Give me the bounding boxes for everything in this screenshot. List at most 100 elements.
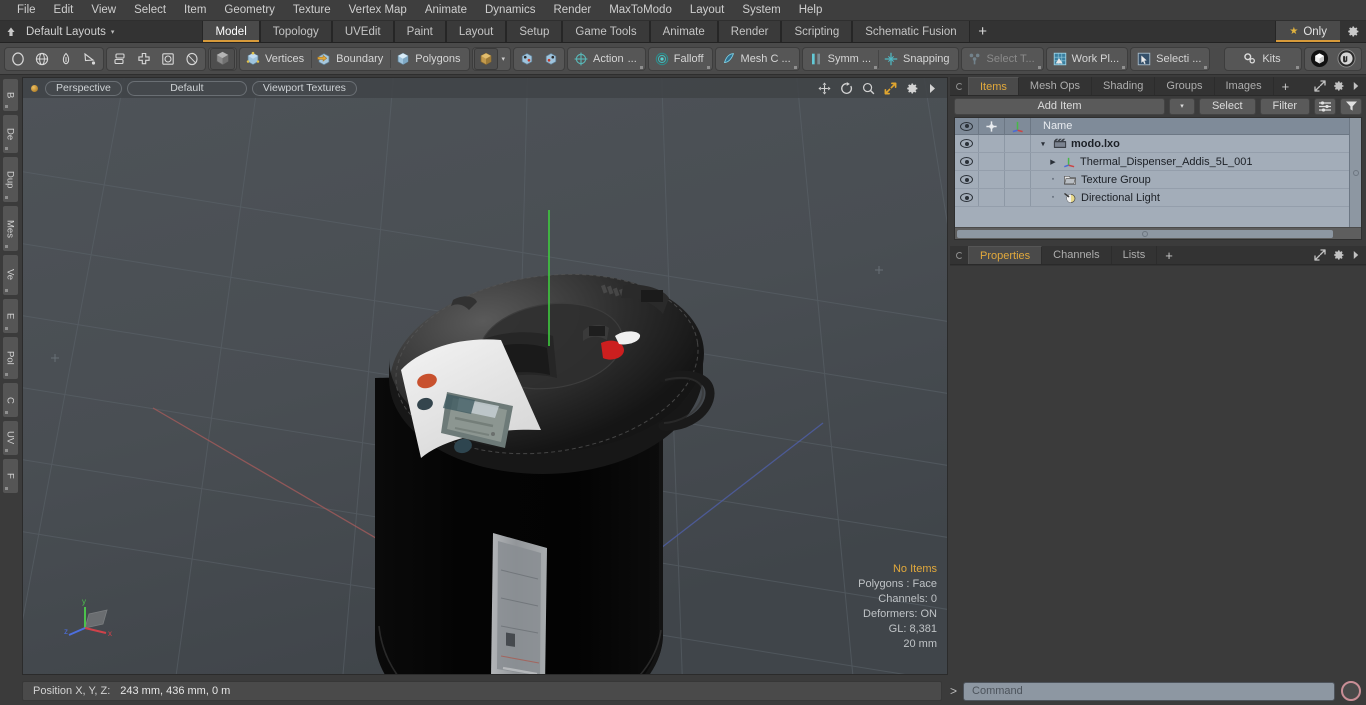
sidebar-item-edge[interactable]: E	[1, 298, 19, 334]
record-macro-button[interactable]	[1341, 681, 1361, 701]
tab-game-tools[interactable]: Game Tools	[562, 21, 650, 42]
menu-item-texture[interactable]: Texture	[284, 0, 340, 21]
properties-menu-icon[interactable]	[950, 246, 968, 264]
menu-item-view[interactable]: View	[82, 0, 125, 21]
row-name-cell[interactable]: ▪ Directional Light	[1031, 189, 1349, 206]
item-list-body[interactable]: ▾ modo.lxo ▶ Thermal_Dispenser_Addis_5L_…	[955, 135, 1349, 227]
transform-column-header[interactable]	[1005, 118, 1031, 134]
kits-button[interactable]: Kits	[1226, 48, 1300, 70]
row-lock-cell[interactable]	[979, 171, 1005, 188]
menu-item-layout[interactable]: Layout	[681, 0, 734, 21]
sidebar-item-fusion[interactable]: F	[1, 458, 19, 494]
tab-shading[interactable]: Shading	[1092, 77, 1156, 95]
tab-properties[interactable]: Properties	[968, 246, 1043, 264]
menu-item-render[interactable]: Render	[544, 0, 600, 21]
row-name-cell[interactable]: ▶ Thermal_Dispenser_Addis_5L_001	[1031, 153, 1349, 170]
viewport-shading-dropdown[interactable]: Default	[126, 80, 247, 96]
menu-item-system[interactable]: System	[733, 0, 789, 21]
row-transform-cell[interactable]	[1005, 189, 1031, 206]
row-transform-cell[interactable]	[1005, 153, 1031, 170]
row-lock-cell[interactable]	[979, 189, 1005, 206]
menu-item-geometry[interactable]: Geometry	[215, 0, 284, 21]
tab-lists[interactable]: Lists	[1112, 246, 1158, 264]
panel-expand-arrow-icon[interactable]	[1352, 81, 1360, 91]
row-lock-cell[interactable]	[979, 153, 1005, 170]
menu-item-edit[interactable]: Edit	[45, 0, 83, 21]
falloff-button[interactable]: Falloff	[650, 48, 711, 70]
properties-popout-icon[interactable]	[1314, 249, 1326, 261]
item-cube-icon[interactable]	[473, 47, 498, 70]
viewport-canvas[interactable]	[23, 78, 947, 674]
viewport-view-dropdown[interactable]: Perspective	[45, 80, 122, 96]
tab-schematic-fusion[interactable]: Schematic Fusion	[852, 21, 970, 42]
item-list[interactable]: Name ▾ modo.lxo ▶ Thermal_Dispenser_Addi…	[954, 117, 1362, 240]
polygons-mode-button[interactable]: Polygons	[391, 48, 467, 70]
menu-item-select[interactable]: Select	[125, 0, 175, 21]
row-transform-cell[interactable]	[1005, 171, 1031, 188]
menu-item-file[interactable]: File	[8, 0, 45, 21]
menu-item-maxtomodo[interactable]: MaxToModo	[600, 0, 681, 21]
panel-menu-icon[interactable]	[950, 77, 968, 95]
expander-icon[interactable]: ▾	[1037, 140, 1049, 148]
panel-settings-gear-icon[interactable]	[1333, 80, 1345, 92]
item-mode-chevron-down-icon[interactable]: ▾	[498, 55, 510, 63]
lock-column-header[interactable]	[979, 118, 1005, 134]
tab-render[interactable]: Render	[717, 21, 782, 42]
tab-groups[interactable]: Groups	[1155, 77, 1215, 95]
table-row[interactable]: ▾ modo.lxo	[955, 135, 1349, 153]
viewport-expand-arrow-icon[interactable]	[928, 83, 937, 94]
add-properties-tab-button[interactable]: +	[1157, 246, 1181, 264]
unreal-engine-icon[interactable]	[1333, 48, 1360, 70]
table-row[interactable]: ▪ Directional Light	[955, 189, 1349, 207]
properties-expand-arrow-icon[interactable]	[1352, 250, 1360, 260]
zoom-view-icon[interactable]	[862, 82, 875, 95]
list-options-icon[interactable]	[1314, 97, 1336, 115]
curve-tool-icon[interactable]	[78, 48, 102, 70]
sidebar-item-vertex[interactable]: Ve	[1, 254, 19, 296]
tab-model[interactable]: Model	[202, 21, 260, 42]
viewport-3d[interactable]: Perspective Default Viewport Textures No…	[22, 77, 948, 675]
fit-view-icon[interactable]	[884, 82, 897, 95]
properties-panel-body[interactable]	[950, 265, 1366, 661]
row-transform-cell[interactable]	[1005, 135, 1031, 152]
cube-icon[interactable]	[210, 47, 235, 70]
name-column-header[interactable]: Name	[1031, 118, 1349, 134]
snapping-button[interactable]: Snapping	[879, 48, 957, 70]
tab-paint[interactable]: Paint	[393, 21, 446, 42]
scrollbar-thumb[interactable]	[957, 229, 1333, 238]
vertices-mode-button[interactable]: Vertices	[241, 48, 311, 70]
row-visibility-toggle[interactable]	[955, 135, 979, 152]
pan-view-icon[interactable]	[818, 81, 831, 95]
panel-popout-icon[interactable]	[1314, 80, 1326, 92]
sidebar-item-duplicate[interactable]: Dup	[1, 156, 19, 203]
default-layouts-dropdown[interactable]: Default Layouts ▾	[22, 21, 124, 42]
sidebar-item-curve[interactable]: C	[1, 382, 19, 418]
menu-item-help[interactable]: Help	[790, 0, 832, 21]
layout-settings-gear-icon[interactable]	[1340, 21, 1366, 42]
table-row[interactable]: ▪ Texture Group	[955, 171, 1349, 189]
viewport-display-dropdown[interactable]: Viewport Textures	[251, 80, 357, 96]
mesh-constraint-button[interactable]: Mesh C ...	[717, 48, 798, 70]
row-visibility-toggle[interactable]	[955, 189, 979, 206]
symmetry-left-icon[interactable]	[515, 48, 539, 70]
table-row[interactable]: ▶ Thermal_Dispenser_Addis_5L_001	[955, 153, 1349, 171]
add-item-chevron-down-icon[interactable]: ▾	[1168, 97, 1195, 115]
array-tool-icon[interactable]	[132, 48, 156, 70]
visibility-column-header[interactable]	[955, 118, 979, 134]
menu-item-dynamics[interactable]: Dynamics	[476, 0, 544, 21]
home-layout-icon[interactable]	[0, 21, 22, 42]
tab-layout[interactable]: Layout	[445, 21, 507, 42]
rotate-view-icon[interactable]	[840, 81, 853, 95]
menu-item-vertex-map[interactable]: Vertex Map	[340, 0, 416, 21]
row-name-cell[interactable]: ▾ modo.lxo	[1031, 135, 1349, 152]
tab-images[interactable]: Images	[1215, 77, 1274, 95]
filter-funnel-icon[interactable]	[1340, 97, 1362, 115]
tab-items[interactable]: Items	[968, 77, 1019, 95]
square-tool-icon[interactable]	[156, 48, 180, 70]
boundary-mode-button[interactable]: Boundary	[312, 48, 390, 70]
sidebar-item-deform[interactable]: De	[1, 114, 19, 154]
modo-cube-icon[interactable]	[1306, 48, 1333, 70]
menu-item-item[interactable]: Item	[175, 0, 215, 21]
select-button[interactable]: Select	[1198, 97, 1256, 115]
command-input[interactable]	[963, 681, 1335, 701]
